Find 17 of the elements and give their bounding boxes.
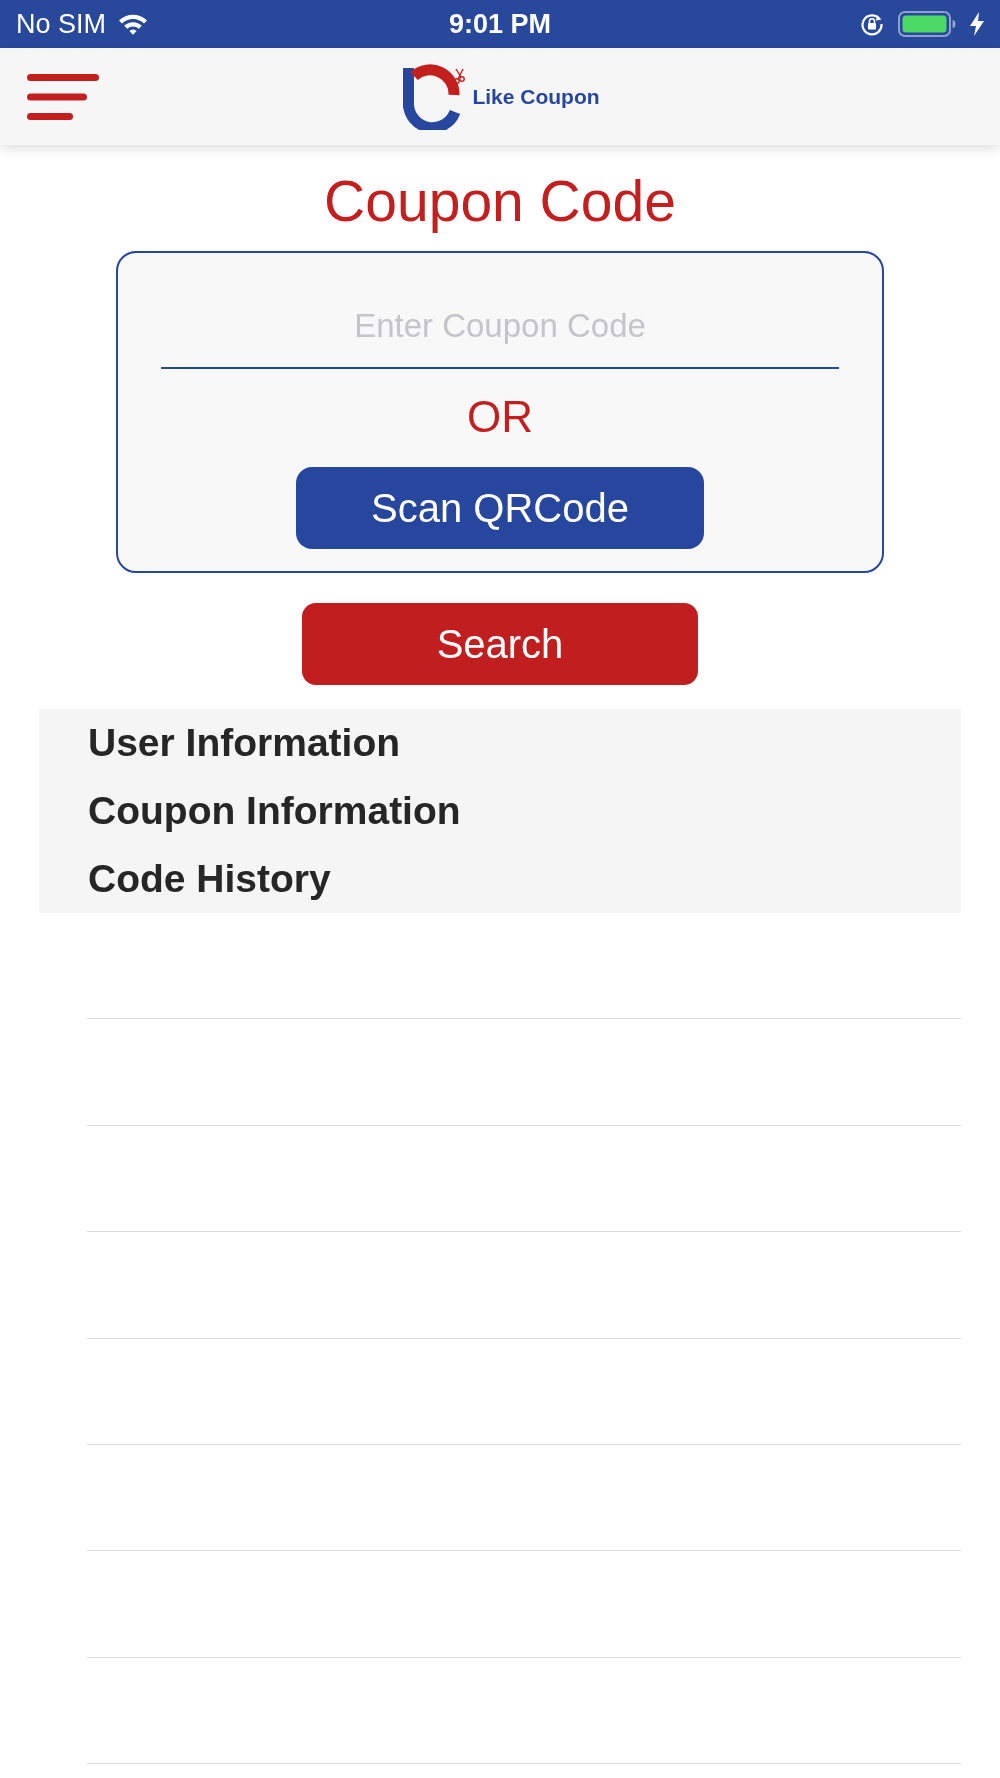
- carrier-text: No SIM: [16, 8, 107, 40]
- or-divider-text: OR: [467, 391, 533, 443]
- menu-button[interactable]: [27, 73, 99, 120]
- section-item[interactable]: Code History: [39, 845, 961, 913]
- section-item[interactable]: User Information: [39, 709, 961, 777]
- menu-icon: [27, 73, 99, 120]
- wifi-icon: [118, 13, 149, 35]
- rotation-lock-icon: [860, 12, 884, 36]
- logo-icon: [400, 63, 467, 130]
- scan-qrcode-button[interactable]: Scan QRCode: [296, 467, 704, 549]
- battery-icon: [898, 11, 956, 37]
- section-item[interactable]: Coupon Information: [39, 777, 961, 845]
- page-title: Coupon Code: [324, 169, 676, 233]
- clock-time: 9:01 PM: [448, 8, 551, 40]
- charging-bolt-icon: [970, 12, 984, 36]
- logo-text: Like Coupon: [472, 83, 600, 110]
- search-button[interactable]: Search: [302, 603, 698, 685]
